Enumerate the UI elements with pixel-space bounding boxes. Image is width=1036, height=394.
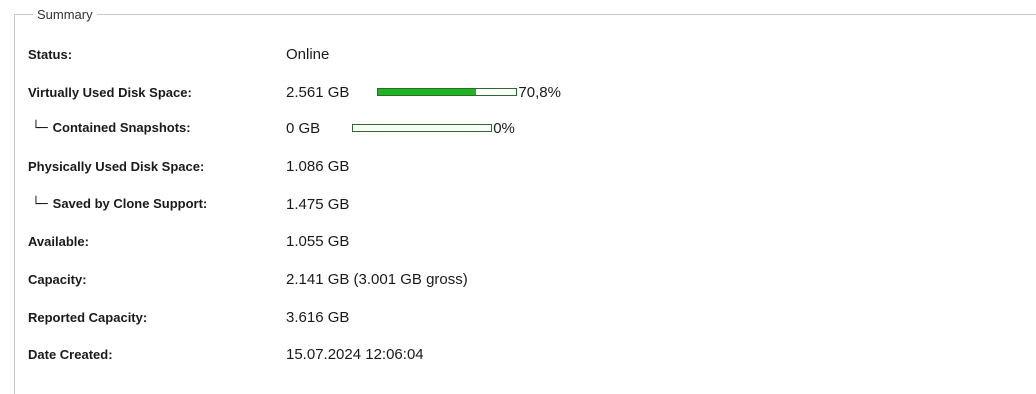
- tree-branch-icon: └─: [32, 121, 48, 136]
- summary-row-status: Status: Online: [28, 44, 329, 64]
- summary-row-physically-used: Physically Used Disk Space: 1.086 GB: [28, 156, 349, 176]
- physically-used-value: 1.086 GB: [286, 158, 349, 175]
- virtually-used-progress-bar: [377, 88, 518, 96]
- virtually-used-value-text: 2.561 GB: [286, 83, 350, 101]
- summary-row-virtually-used: Virtually Used Disk Space: 2.561 GB 70,8…: [28, 82, 561, 102]
- date-created-label: Date Created:: [28, 346, 113, 362]
- summary-row-reported-capacity: Reported Capacity: 3.616 GB: [28, 307, 349, 327]
- available-value: 1.055 GB: [286, 233, 349, 250]
- contained-snapshots-value: 0 GB 0%: [286, 120, 515, 137]
- summary-legend: Summary: [33, 6, 97, 23]
- summary-row-capacity: Capacity: 2.141 GB (3.001 GB gross): [28, 269, 468, 289]
- summary-row-date-created: Date Created: 15.07.2024 12:06:04: [28, 344, 424, 364]
- capacity-value-text: 2.141 GB (3.001 GB gross): [286, 270, 468, 288]
- available-label: Available:: [28, 233, 89, 249]
- tree-branch-icon: └─: [32, 197, 48, 212]
- virtually-used-value: 2.561 GB 70,8%: [286, 84, 561, 101]
- contained-snapshots-progress-bar: [352, 124, 493, 132]
- date-created-value-text: 15.07.2024 12:06:04: [286, 345, 424, 363]
- status-label: Status:: [28, 46, 73, 62]
- saved-by-clone-label: Saved by Clone Support:: [52, 196, 208, 211]
- capacity-label: Capacity:: [28, 271, 87, 287]
- saved-by-clone-label-wrap: └─ Saved by Clone Support:: [28, 196, 286, 212]
- date-created-value: 15.07.2024 12:06:04: [286, 346, 424, 363]
- reported-capacity-label: Reported Capacity:: [28, 309, 148, 325]
- summary-row-saved-by-clone: └─ Saved by Clone Support: 1.475 GB: [28, 194, 349, 214]
- summary-row-contained-snapshots: └─ Contained Snapshots: 0 GB 0%: [28, 118, 515, 138]
- summary-row-available: Available: 1.055 GB: [28, 231, 349, 251]
- physically-used-label: Physically Used Disk Space:: [28, 158, 205, 174]
- reported-capacity-value-text: 3.616 GB: [286, 308, 350, 326]
- contained-snapshots-percent: 0%: [493, 119, 515, 137]
- reported-capacity-value: 3.616 GB: [286, 309, 349, 326]
- contained-snapshots-value-text: 0 GB: [286, 119, 321, 137]
- capacity-value: 2.141 GB (3.001 GB gross): [286, 271, 468, 288]
- available-value-text: 1.055 GB: [286, 232, 350, 250]
- saved-by-clone-value-text: 1.475 GB: [286, 195, 350, 213]
- physically-used-value-text: 1.086 GB: [286, 157, 350, 175]
- contained-snapshots-label: Contained Snapshots:: [52, 120, 191, 135]
- status-value-text: Online: [286, 45, 330, 63]
- virtually-used-label: Virtually Used Disk Space:: [28, 84, 192, 100]
- status-value: Online: [286, 46, 329, 63]
- contained-snapshots-label-wrap: └─ Contained Snapshots:: [28, 120, 286, 136]
- virtually-used-percent: 70,8%: [518, 83, 561, 101]
- virtually-used-progress-fill: [378, 89, 477, 95]
- saved-by-clone-value: 1.475 GB: [286, 196, 349, 213]
